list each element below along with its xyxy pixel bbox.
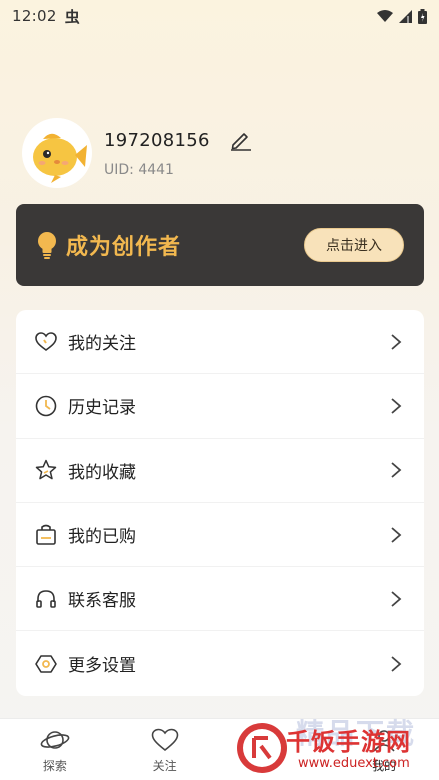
status-time: 12:02 [12,7,57,25]
username: 197208156 [104,129,210,151]
wifi-icon [377,9,393,22]
edit-pencil-icon [230,133,251,151]
menu-item-following[interactable]: 我的关注 [16,310,424,375]
tab-following[interactable]: 关注 [110,719,220,780]
chevron-right-icon [391,333,402,350]
tab-explore[interactable]: 探索 [0,719,110,780]
status-indicators [377,8,427,24]
planet-icon [40,725,70,755]
create-icon [259,734,289,764]
tab-create[interactable] [220,719,330,780]
menu-item-favorites[interactable]: 我的收藏 [16,439,424,503]
menu-item-history[interactable]: 历史记录 [16,374,424,439]
menu-item-customer-service[interactable]: 联系客服 [16,567,424,632]
user-id: UID: 4441 [104,162,174,178]
chevron-right-icon [391,591,402,607]
battery-icon [418,8,427,24]
chevron-right-icon [391,655,402,672]
headset-icon [34,587,58,611]
shopping-bag-icon [34,523,58,547]
edit-profile-button[interactable] [228,128,254,152]
tab-label: 探索 [42,759,67,773]
settings-hexagon-icon [34,652,58,676]
lightbulb-icon [38,232,56,259]
fish-avatar-icon [33,133,87,183]
chevron-right-icon [391,398,402,414]
signal-icon [399,9,412,23]
chevron-right-icon [391,462,402,478]
menu-list: 我的关注 历史记录 我的收藏 我的已购 联系客服 更多设置 [16,310,424,696]
menu-label: 更多设置 [68,656,136,677]
profile-icon [369,725,399,755]
menu-item-settings[interactable]: 更多设置 [16,631,424,695]
menu-label: 联系客服 [68,591,136,612]
enter-button[interactable]: 点击进入 [304,228,404,262]
menu-label: 我的收藏 [68,462,136,483]
become-creator-banner[interactable]: 成为创作者 点击进入 [16,204,424,286]
app-notification-icon: 虫 [64,7,80,26]
tab-mine[interactable]: 我的 [329,719,439,780]
tab-label: 关注 [152,759,177,773]
menu-label: 我的已购 [68,527,136,548]
status-bar: 12:02 虫 [0,0,439,32]
chevron-right-icon [391,526,402,543]
avatar[interactable] [22,118,92,188]
heart-icon [150,725,180,755]
clock-icon [34,394,58,418]
tab-label: 我的 [372,759,397,773]
heart-icon [34,330,58,354]
profile-header: 197208156 UID: 4441 [22,118,417,188]
profile-info: 197208156 UID: 4441 [104,128,254,178]
menu-label: 历史记录 [68,398,136,419]
bottom-navigation: 探索 关注 我的 [0,718,439,780]
creator-title: 成为创作者 [66,235,182,260]
username-row: 197208156 [104,128,254,152]
menu-item-purchased[interactable]: 我的已购 [16,503,424,568]
star-icon [34,458,58,482]
menu-label: 我的关注 [68,334,136,355]
